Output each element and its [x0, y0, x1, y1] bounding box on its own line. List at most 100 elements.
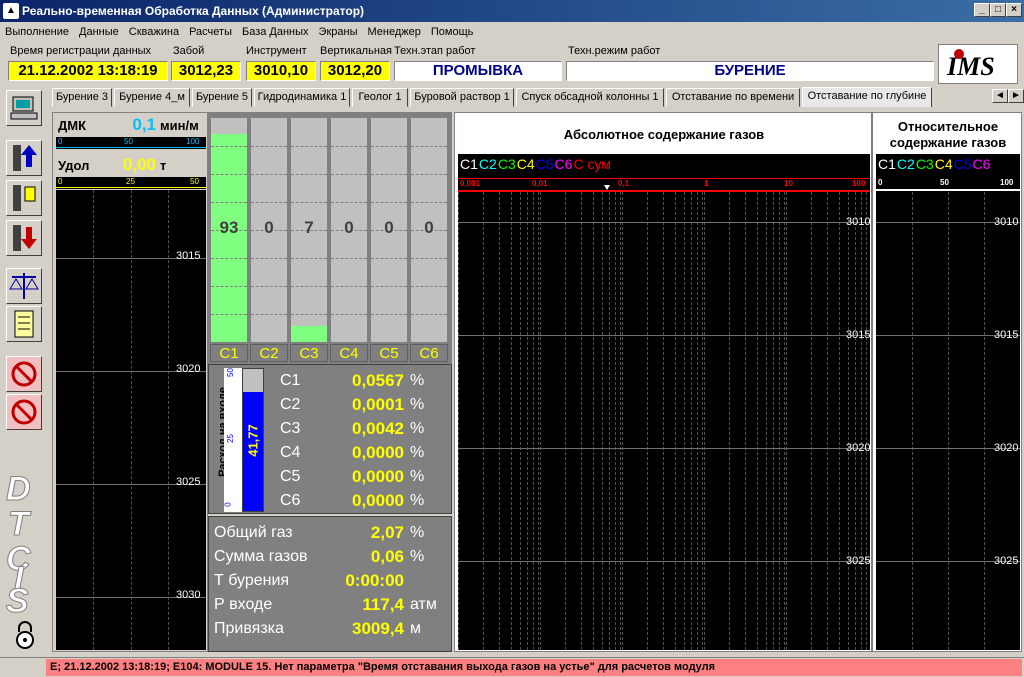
- no-alarm-icon[interactable]: [6, 394, 42, 430]
- flow-scale: 50 25 0: [224, 368, 242, 512]
- gas-column-label: C5: [370, 344, 408, 362]
- summary-label: Т бурения: [214, 572, 290, 589]
- mode-value: БУРЕНИЕ: [566, 61, 934, 81]
- gas-column: 0: [330, 117, 368, 343]
- dmk-scale-max: 100: [186, 137, 200, 146]
- gas-content-value: 0,0000: [352, 467, 404, 486]
- gridline: [839, 192, 840, 650]
- tab-drilling-5[interactable]: Бурение 5: [192, 88, 252, 107]
- menu-item-data[interactable]: Данные: [74, 22, 124, 42]
- legend-item: C4: [934, 156, 953, 172]
- tab-casing[interactable]: Спуск обсадной колонны 1: [516, 88, 664, 107]
- flow-bar: 41,77: [242, 368, 264, 512]
- menu-item-run[interactable]: Выполнение: [0, 22, 74, 42]
- gridline: [411, 258, 447, 259]
- abs-gas-scale: 0,001 0,01 0,1 1 10 100: [458, 178, 870, 192]
- gridline: [609, 192, 610, 650]
- summary-label: Общий газ: [214, 524, 293, 541]
- left-depth-chart: 3015 3020 3025 3030: [56, 190, 206, 650]
- abs-gas-title: Абсолютное содержание газов: [563, 127, 765, 142]
- no-sound-icon[interactable]: [6, 356, 42, 392]
- tab-drilling-4m[interactable]: Бурение 4_м: [114, 88, 190, 107]
- scales-icon[interactable]: [6, 268, 42, 304]
- gridline: [620, 192, 621, 650]
- svg-text:S: S: [6, 582, 29, 620]
- legend-item: C5: [953, 156, 972, 172]
- gridline: [615, 192, 616, 650]
- tab-drilling-3[interactable]: Бурение 3: [52, 88, 112, 107]
- menu-item-help[interactable]: Помощь: [426, 22, 479, 42]
- tab-mud[interactable]: Буровой раствор 1: [410, 88, 514, 107]
- tool-up-icon[interactable]: [6, 140, 42, 176]
- legend-item: C1: [878, 156, 896, 172]
- maximize-button[interactable]: □: [990, 3, 1006, 17]
- gas-column-value: 93: [219, 218, 239, 237]
- rel-scale-tick: 100: [1000, 178, 1014, 187]
- udol-scale-mid: 25: [126, 177, 135, 186]
- gridline: [745, 192, 746, 650]
- gas-content-name: C1: [280, 372, 301, 389]
- depth-label: 3020: [994, 442, 1019, 454]
- gridline: [251, 146, 287, 147]
- rel-gas-title-line2: содержание газов: [889, 135, 1007, 150]
- menu-item-well[interactable]: Скважина: [124, 22, 184, 42]
- gas-content-value: 0,0042: [352, 419, 404, 438]
- computer-icon[interactable]: [6, 90, 42, 126]
- legend-item: C2: [896, 156, 915, 172]
- flow-scale-mid: 25: [225, 434, 235, 443]
- summary-unit: м: [410, 620, 421, 637]
- tool-down-icon[interactable]: [6, 220, 42, 256]
- menu-item-manager[interactable]: Менеджер: [362, 22, 425, 42]
- summary-unit: %: [410, 548, 425, 565]
- tab-geologist[interactable]: Геолог 1: [352, 88, 408, 107]
- gridline: [211, 286, 247, 287]
- minimize-button[interactable]: _: [974, 3, 990, 17]
- lock-icon[interactable]: [14, 620, 36, 650]
- summary-unit: %: [410, 524, 425, 541]
- menu-item-screens[interactable]: Экраны: [314, 22, 363, 42]
- gridline: [912, 192, 913, 650]
- gas-column: 93: [210, 117, 248, 343]
- gridline: [411, 174, 447, 175]
- gas-column-label: C2: [250, 344, 288, 362]
- gridline: [371, 202, 407, 203]
- gridline: [251, 258, 287, 259]
- gridline: [786, 192, 787, 650]
- flow-value: 41,77: [245, 424, 261, 457]
- gridline: [540, 192, 541, 650]
- depth-label: 3020: [176, 363, 201, 375]
- gridline: [251, 314, 287, 315]
- close-button[interactable]: ×: [1006, 3, 1022, 17]
- gas-column-label: C1: [210, 344, 248, 362]
- menu-item-calc[interactable]: Расчеты: [184, 22, 237, 42]
- tool-zero-icon[interactable]: [6, 180, 42, 216]
- legend-item: C4: [516, 156, 535, 172]
- summary-label: Привязка: [214, 620, 284, 637]
- reg-time-label: Время регистрации данных: [10, 45, 152, 57]
- gridline: [251, 202, 287, 203]
- flow-scale-min: 0: [223, 502, 233, 507]
- tab-scroll-right-button[interactable]: ►: [1008, 89, 1024, 103]
- tab-hydrodynamics[interactable]: Гидродинамика 1: [254, 88, 350, 107]
- gridline: [251, 174, 287, 175]
- gridline: [331, 286, 367, 287]
- app-icon[interactable]: ▲: [3, 3, 19, 19]
- tab-lag-time[interactable]: Отставание по времени: [666, 88, 800, 107]
- gridline: [766, 192, 767, 650]
- gridline: [211, 314, 247, 315]
- tab-scroll-left-button[interactable]: ◄: [992, 89, 1008, 103]
- document-icon[interactable]: [6, 306, 42, 342]
- rel-gas-scale: 0 50 100: [876, 178, 1020, 192]
- legend-item: C3: [497, 156, 516, 172]
- tab-lag-depth[interactable]: Отставание по глубине: [802, 87, 932, 107]
- legend-item: C1: [460, 156, 478, 172]
- gas-column-label: C4: [330, 344, 368, 362]
- gridline: [331, 258, 367, 259]
- gridline: [538, 192, 539, 650]
- gridline: [533, 192, 534, 650]
- gridline: [811, 192, 812, 650]
- gridline: [773, 192, 774, 650]
- summary-unit: атм: [410, 596, 437, 613]
- menu-item-database[interactable]: База Данных: [237, 22, 314, 42]
- gridline: [371, 174, 407, 175]
